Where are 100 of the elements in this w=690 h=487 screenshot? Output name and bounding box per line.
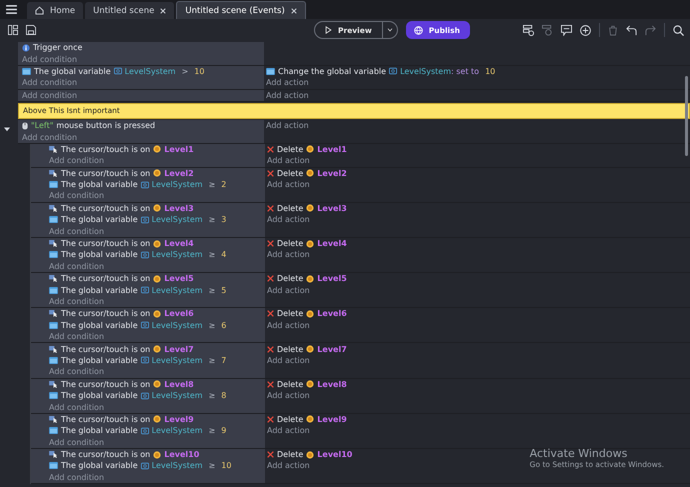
action-text: Delete bbox=[277, 239, 304, 248]
variable-icon bbox=[140, 462, 149, 470]
save-icon[interactable] bbox=[26, 25, 36, 35]
operator: ≥ bbox=[208, 180, 216, 190]
cursor-icon bbox=[49, 275, 58, 282]
undo-icon[interactable] bbox=[626, 24, 637, 36]
window-icon bbox=[49, 462, 58, 470]
variable-name: LevelSystem bbox=[152, 461, 203, 470]
condition-text: The cursor/touch is on bbox=[61, 168, 150, 178]
add-condition-link[interactable]: Add condition bbox=[49, 156, 104, 166]
cursor-icon bbox=[49, 240, 58, 248]
object-name: Level7 bbox=[164, 344, 194, 354]
preview-dropdown-button[interactable] bbox=[382, 21, 398, 39]
window-icon bbox=[266, 68, 275, 75]
add-icon[interactable] bbox=[580, 24, 591, 36]
close-icon[interactable] bbox=[290, 8, 297, 14]
operator: : set to bbox=[451, 66, 480, 76]
collapse-icon[interactable] bbox=[4, 126, 10, 132]
operator: ≥ bbox=[208, 391, 216, 400]
variable-name: LevelSystem bbox=[152, 250, 203, 260]
add-condition-link[interactable]: Add condition bbox=[49, 297, 104, 306]
operator: ≥ bbox=[208, 286, 216, 295]
close-icon[interactable] bbox=[160, 8, 166, 14]
add-action-link[interactable]: Add action bbox=[267, 215, 310, 224]
cross-icon bbox=[267, 240, 274, 248]
add-action-link[interactable]: Add action bbox=[267, 250, 310, 260]
object-name: Level5 bbox=[164, 274, 194, 284]
trash-icon[interactable] bbox=[608, 24, 618, 36]
add-action-link[interactable]: Add action bbox=[267, 156, 310, 166]
cross-icon bbox=[267, 380, 274, 388]
cross-icon bbox=[267, 275, 274, 282]
add-condition-link[interactable]: Add condition bbox=[49, 226, 104, 236]
cursor-icon bbox=[49, 310, 58, 318]
add-action-link[interactable]: Add action bbox=[266, 90, 309, 100]
condition-text: The cursor/touch is on bbox=[61, 204, 150, 213]
add-condition-link[interactable]: Add condition bbox=[49, 262, 104, 271]
action-text: Delete bbox=[277, 274, 304, 284]
add-condition-link[interactable]: Add condition bbox=[49, 472, 104, 482]
object-name: Level9 bbox=[317, 414, 347, 424]
add-subevent-icon[interactable] bbox=[542, 24, 553, 36]
object-name: Level8 bbox=[317, 380, 347, 389]
menu-icon[interactable] bbox=[6, 5, 17, 14]
condition-text: The global variable bbox=[34, 66, 111, 76]
add-condition-link[interactable]: Add condition bbox=[49, 367, 104, 376]
condition-text: The global variable bbox=[61, 426, 138, 436]
variable-name: LevelSystem bbox=[152, 320, 203, 330]
add-action-link[interactable]: Add action bbox=[267, 426, 310, 436]
variable-icon bbox=[140, 392, 149, 400]
cross-icon bbox=[267, 416, 274, 423]
condition-text: The cursor/touch is on bbox=[61, 380, 150, 389]
add-action-link[interactable]: Add action bbox=[267, 461, 310, 470]
condition-text: mouse button is pressed bbox=[56, 121, 156, 130]
coin-icon bbox=[153, 415, 162, 424]
add-event-icon[interactable] bbox=[523, 24, 534, 36]
window-icon bbox=[49, 181, 58, 188]
window-icon bbox=[49, 322, 58, 329]
action-text: Delete bbox=[277, 380, 304, 389]
object-name: Level3 bbox=[164, 204, 194, 213]
value-text: 2 bbox=[221, 180, 226, 190]
variable-icon bbox=[140, 426, 149, 435]
add-action-link[interactable]: Add action bbox=[267, 356, 310, 365]
tab[interactable]: Untitled scene (Events) bbox=[176, 1, 306, 19]
add-action-link[interactable]: Add action bbox=[266, 121, 309, 130]
add-action-link[interactable]: Add action bbox=[267, 391, 310, 400]
object-name: Level10 bbox=[317, 450, 352, 460]
window-icon bbox=[22, 68, 31, 75]
condition-text: The global variable bbox=[61, 250, 138, 260]
search-icon[interactable] bbox=[673, 24, 684, 36]
redo-icon[interactable] bbox=[645, 24, 656, 36]
window-icon bbox=[49, 356, 58, 364]
condition-text: The global variable bbox=[61, 461, 138, 470]
add-action-link[interactable]: Add action bbox=[267, 180, 310, 190]
scrollbar[interactable] bbox=[685, 76, 688, 156]
variable-icon bbox=[389, 67, 398, 76]
tab[interactable]: Home bbox=[27, 2, 84, 19]
variable-icon bbox=[140, 216, 149, 224]
add-condition-link[interactable]: Add condition bbox=[22, 132, 78, 142]
tab[interactable]: Untitled scene bbox=[85, 2, 174, 19]
add-condition-link[interactable]: Add condition bbox=[22, 78, 78, 88]
add-condition-link[interactable]: Add condition bbox=[22, 54, 78, 64]
action-text: Delete bbox=[277, 204, 304, 213]
add-condition-link[interactable]: Add condition bbox=[49, 191, 104, 200]
action-text: Delete bbox=[277, 168, 304, 178]
coin-icon bbox=[153, 204, 162, 212]
cursor-icon bbox=[49, 416, 58, 423]
object-name: Level9 bbox=[164, 414, 194, 424]
add-condition-link[interactable]: Add condition bbox=[49, 332, 104, 342]
variable-name: LevelSystem bbox=[152, 286, 203, 295]
operator: ≥ bbox=[208, 356, 216, 365]
comment-icon[interactable] bbox=[561, 24, 572, 36]
panels-icon[interactable] bbox=[8, 25, 18, 35]
add-action-link[interactable]: Add action bbox=[267, 320, 310, 330]
add-condition-link[interactable]: Add condition bbox=[22, 90, 78, 100]
add-condition-link[interactable]: Add condition bbox=[49, 438, 104, 447]
window-icon bbox=[49, 392, 58, 400]
add-action-link[interactable]: Add action bbox=[266, 78, 309, 88]
action-text: Delete bbox=[277, 144, 304, 154]
object-name: Level1 bbox=[164, 144, 194, 154]
add-condition-link[interactable]: Add condition bbox=[49, 402, 104, 412]
add-action-link[interactable]: Add action bbox=[267, 286, 310, 295]
